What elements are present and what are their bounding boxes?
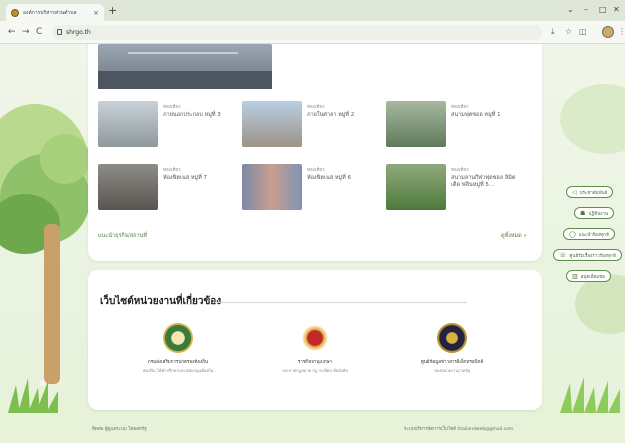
bg-bush-right-low — [575, 274, 625, 334]
agencies-heading: เว็บไซต์หน่วยงานที่เกี่ยวข้อง — [100, 296, 222, 307]
bookmark-star-icon[interactable]: ☆ — [565, 28, 572, 36]
activity-title: สนามฟุตซอล หมู่ที่ 1 — [451, 112, 501, 118]
tree-trunk — [44, 224, 60, 384]
side-btn-announcements[interactable]: ◁ ประชาสัมพันธ์ — [566, 186, 614, 198]
page-viewport: ท่องเที่ยว ภายนอกประกอบ หมู่ที่ 3 ท่องเท… — [0, 44, 625, 443]
agency-link[interactable]: กรมส่งเสริมการปกครองท้องถิ่น ส่งเสริม ให… — [113, 323, 243, 374]
activities-panel: ท่องเที่ยว ภายนอกประกอบ หมู่ที่ 3 ท่องเท… — [88, 44, 542, 261]
activity-title: ภายในศาลา หมู่ที่ 2 — [307, 112, 355, 118]
agency-link[interactable]: ศูนย์ข้อมูลข่าวสารอิเล็กทรอนิกส์ ของหน่ว… — [387, 323, 517, 374]
forward-button[interactable]: → — [22, 28, 30, 37]
bg-bush-right — [560, 84, 625, 154]
activity-category: ท่องเที่ยว — [451, 168, 469, 173]
url-text: shrgo.th — [66, 29, 91, 36]
side-panel-icon[interactable]: ◫ — [579, 28, 587, 36]
activity-card[interactable]: ท่องเที่ยว ห้องฟิตเนส หมู่ที่ 6 — [242, 164, 372, 210]
agency-name: ศูนย์ข้อมูลข่าวสารอิเล็กทรอนิกส์ — [420, 360, 484, 365]
activity-card[interactable]: ท่องเที่ยว สนามฟุตซอล หมู่ที่ 1 — [386, 101, 516, 147]
agency-subtitle: ของหน่วยงานภาครัฐ — [434, 368, 470, 373]
info-center-logo-icon — [437, 323, 467, 353]
footer-admin-contact[interactable]: ติดต่อ ผู้ดูแลระบบ โดยสหรัฐ — [92, 425, 147, 432]
agencies-panel: เว็บไซต์หน่วยงานที่เกี่ยวข้อง กรมส่งเสริ… — [88, 270, 542, 410]
book-icon: ▥ — [572, 272, 578, 280]
grass-left-icon — [8, 378, 58, 413]
activity-category: ท่องเที่ยว — [451, 105, 469, 110]
activity-title: ห้องฟิตเนส หมู่ที่ 7 — [163, 175, 207, 181]
lock-icon — [57, 29, 62, 35]
activity-category: ท่องเที่ยว — [163, 168, 181, 173]
activity-card[interactable]: ท่องเที่ยว สนามลานกีฬาฟุตซอล ลิมิตเต็ด ฟ… — [386, 164, 516, 210]
tab-title: องค์การบริหารส่วนตำบล — [23, 9, 77, 16]
reload-button[interactable]: C — [36, 28, 42, 37]
people-icon: ☗ — [580, 209, 586, 217]
tab-close-icon[interactable]: × — [93, 9, 99, 17]
agency-subtitle: ส่งเสริม ให้คำปรึกษาและสนับสนุนท้องถิ่น — [142, 368, 214, 373]
activity-photo — [98, 164, 158, 210]
activity-category: ท่องเที่ยว — [163, 105, 181, 110]
chat-icon: ◯ — [569, 230, 576, 238]
phone-icon: ☏ — [559, 251, 567, 259]
activity-category: ท่องเที่ยว — [307, 105, 325, 110]
maximize-button[interactable]: □ — [599, 6, 607, 14]
activity-category: ท่องเที่ยว — [307, 168, 325, 173]
side-btn-guestbook[interactable]: ▥ สมุดเยี่ยมชม — [566, 270, 612, 282]
tab-search-icon[interactable]: ⌄ — [567, 6, 574, 14]
activity-photo — [386, 164, 446, 210]
download-icon[interactable]: ⤓ — [551, 28, 555, 36]
featured-photo[interactable] — [98, 44, 272, 89]
activity-title: ห้องฟิตเนส หมู่ที่ 6 — [307, 175, 351, 181]
activity-card[interactable]: ท่องเที่ยว ภายในศาลา หมู่ที่ 2 — [242, 101, 372, 147]
browser-tab[interactable]: องค์การบริหารส่วนตำบล × — [6, 4, 104, 21]
megaphone-icon: ◁ — [572, 188, 577, 196]
side-btn-suggestions[interactable]: ◯ แนะนำร้องทุกข์ — [563, 228, 615, 240]
activity-title: ภายนอกประกอบ หมู่ที่ 3 — [163, 112, 221, 118]
profile-avatar[interactable] — [602, 26, 614, 38]
browser-tab-bar: องค์การบริหารส่วนตำบล × + ⌄ – □ ✕ — [0, 0, 625, 21]
agency-name: ราชกิจจานุเบกษา — [297, 360, 333, 365]
footer-credit: ระบบบริหารจัดการเว็บไซต์ thailandweb@gma… — [404, 427, 514, 432]
activity-card[interactable]: ท่องเที่ยว ห้องฟิตเนส หมู่ที่ 7 — [98, 164, 228, 210]
tree-foliage-top — [40, 134, 90, 184]
activity-photo — [242, 101, 302, 147]
activity-photo — [242, 164, 302, 210]
url-input[interactable]: shrgo.th — [52, 25, 542, 40]
site-favicon-icon — [11, 8, 19, 17]
heading-divider — [215, 302, 467, 303]
view-all-link[interactable]: ดูทั้งหมด » — [501, 232, 527, 240]
activity-card[interactable]: ท่องเที่ยว ภายนอกประกอบ หมู่ที่ 3 — [98, 101, 228, 147]
close-window-button[interactable]: ✕ — [613, 6, 620, 14]
agency-name: กรมส่งเสริมการปกครองท้องถิ่น — [148, 360, 208, 365]
garuda-emblem-icon — [300, 323, 330, 353]
back-button[interactable]: ← — [8, 28, 16, 37]
browser-menu-icon[interactable]: ⋮ — [618, 28, 625, 36]
activity-title: สนามลานกีฬาฟุตซอล ลิมิตเต็ด ฟลินหมู่ที่ … — [451, 175, 516, 188]
address-bar: ← → C shrgo.th ⤓ ☆ ◫ ⋮ — [0, 21, 625, 44]
recommend-places-link[interactable]: แนะนำธุรกิจ/สถานที่ — [98, 232, 147, 240]
agency-subtitle: ประกาศกฎหมาย กฎ ระเบียบ ข้อบังคับ — [282, 368, 348, 373]
new-tab-button[interactable]: + — [108, 5, 117, 16]
dla-logo-icon — [163, 323, 193, 353]
minimize-button[interactable]: – — [584, 6, 588, 14]
activity-photo — [386, 101, 446, 147]
activity-photo — [98, 101, 158, 147]
agency-link[interactable]: ราชกิจจานุเบกษา ประกาศกฎหมาย กฎ ระเบียบ … — [250, 323, 380, 374]
side-btn-calendar[interactable]: ☗ ปฏิทินงาน — [574, 207, 615, 219]
side-btn-complaints[interactable]: ☏ ศูนย์รับเรื่องราวร้องทุกข์ — [553, 249, 622, 261]
grass-right-icon — [560, 377, 620, 413]
